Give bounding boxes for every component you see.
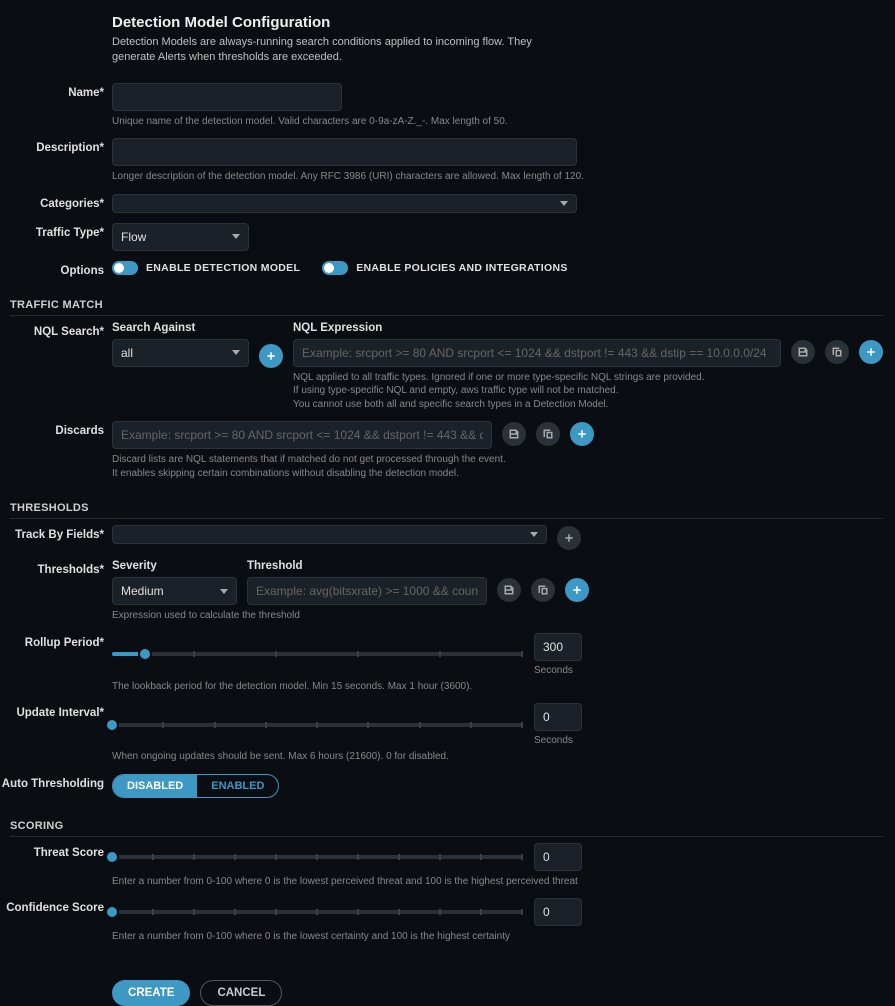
description-label: Description*: [0, 138, 112, 154]
nql-help-3: You cannot use both all and specific sea…: [293, 398, 883, 412]
update-interval-slider[interactable]: [112, 713, 522, 737]
description-help: Longer description of the detection mode…: [112, 170, 883, 184]
discards-label: Discards: [0, 421, 112, 437]
auto-threshold-disabled[interactable]: DISABLED: [113, 775, 197, 797]
chevron-down-icon: [530, 532, 538, 537]
severity-select[interactable]: Medium: [112, 577, 237, 605]
rollup-value-input[interactable]: [534, 633, 582, 661]
thresholds-label: Thresholds*: [0, 560, 112, 576]
traffic-type-select[interactable]: Flow: [112, 223, 249, 251]
save-discard-button[interactable]: [502, 422, 526, 446]
confidence-score-label: Confidence Score: [0, 898, 112, 914]
nql-help-2: If using type-specific NQL and empty, aw…: [293, 384, 883, 398]
severity-label: Severity: [112, 560, 237, 572]
auto-threshold-segmented[interactable]: DISABLED ENABLED: [112, 774, 279, 798]
categories-select[interactable]: [112, 194, 577, 213]
nql-search-label: NQL Search*: [0, 322, 112, 338]
auto-threshold-enabled[interactable]: ENABLED: [197, 775, 278, 797]
update-interval-unit: Seconds: [534, 735, 582, 746]
add-threshold-button[interactable]: [565, 578, 589, 602]
name-label: Name*: [0, 83, 112, 99]
copy-icon: [831, 346, 843, 358]
traffic-type-label: Traffic Type*: [0, 223, 112, 239]
chevron-down-icon: [232, 350, 240, 355]
save-icon: [503, 584, 515, 596]
threat-score-input[interactable]: [534, 843, 582, 871]
save-threshold-button[interactable]: [497, 578, 521, 602]
nql-help-1: NQL applied to all traffic types. Ignore…: [293, 371, 883, 385]
search-against-value: all: [121, 346, 133, 360]
save-nql-button[interactable]: [791, 340, 815, 364]
copy-icon: [537, 584, 549, 596]
threat-score-label: Threat Score: [0, 843, 112, 859]
plus-icon: [571, 584, 583, 596]
copy-icon: [542, 428, 554, 440]
discards-help-2: It enables skipping certain combinations…: [112, 467, 883, 481]
page-title: Detection Model Configuration: [112, 14, 883, 31]
track-by-label: Track By Fields*: [0, 525, 112, 541]
search-against-label: Search Against: [112, 322, 249, 334]
threat-score-slider[interactable]: [112, 845, 522, 869]
update-interval-label: Update Interval*: [0, 703, 112, 719]
toggle-switch-icon: [112, 261, 138, 275]
copy-threshold-button[interactable]: [531, 578, 555, 602]
section-thresholds: THRESHOLDS: [10, 502, 883, 519]
plus-icon: [576, 428, 588, 440]
save-icon: [797, 346, 809, 358]
plus-icon: [265, 350, 277, 362]
name-input[interactable]: [112, 83, 342, 111]
categories-label: Categories*: [0, 194, 112, 210]
section-scoring: SCORING: [10, 820, 883, 837]
update-interval-help: When ongoing updates should be sent. Max…: [112, 750, 883, 764]
section-traffic-match: TRAFFIC MATCH: [10, 299, 883, 316]
create-button[interactable]: CREATE: [112, 980, 190, 1006]
description-input[interactable]: [112, 138, 577, 166]
toggle-switch-icon: [322, 261, 348, 275]
enable-detection-toggle[interactable]: ENABLE DETECTION MODEL: [112, 261, 300, 275]
add-track-by-button[interactable]: [557, 526, 581, 550]
options-label: Options: [0, 261, 112, 277]
discards-help-1: Discard lists are NQL statements that if…: [112, 453, 883, 467]
add-search-against-button[interactable]: [259, 344, 283, 368]
severity-value: Medium: [121, 584, 164, 598]
threat-score-help: Enter a number from 0-100 where 0 is the…: [112, 875, 883, 889]
plus-icon: [563, 532, 575, 544]
update-interval-value-input[interactable]: [534, 703, 582, 731]
track-by-select[interactable]: [112, 525, 547, 544]
save-icon: [508, 428, 520, 440]
plus-icon: [865, 346, 877, 358]
copy-discard-button[interactable]: [536, 422, 560, 446]
confidence-score-slider[interactable]: [112, 900, 522, 924]
threshold-sublabel: Threshold: [247, 560, 589, 572]
cancel-button[interactable]: CANCEL: [200, 980, 282, 1006]
rollup-label: Rollup Period*: [0, 633, 112, 649]
threshold-input[interactable]: [247, 577, 487, 605]
confidence-score-input[interactable]: [534, 898, 582, 926]
copy-nql-button[interactable]: [825, 340, 849, 364]
confidence-score-help: Enter a number from 0-100 where 0 is the…: [112, 930, 883, 944]
add-nql-button[interactable]: [859, 340, 883, 364]
nql-expression-input[interactable]: [293, 339, 781, 367]
chevron-down-icon: [232, 234, 240, 239]
rollup-slider[interactable]: [112, 642, 522, 666]
chevron-down-icon: [560, 201, 568, 206]
name-help: Unique name of the detection model. Vali…: [112, 115, 883, 129]
discards-input[interactable]: [112, 421, 492, 449]
nql-expression-label: NQL Expression: [293, 322, 883, 334]
chevron-down-icon: [220, 589, 228, 594]
auto-threshold-label: Auto Thresholding: [0, 774, 112, 790]
threshold-help: Expression used to calculate the thresho…: [112, 609, 883, 623]
enable-policies-toggle[interactable]: ENABLE POLICIES AND INTEGRATIONS: [322, 261, 567, 275]
search-against-select[interactable]: all: [112, 339, 249, 367]
page-subtitle: Detection Models are always-running sear…: [112, 35, 572, 65]
rollup-unit: Seconds: [534, 665, 582, 676]
add-discard-button[interactable]: [570, 422, 594, 446]
rollup-help: The lookback period for the detection mo…: [112, 680, 883, 694]
traffic-type-value: Flow: [121, 230, 146, 244]
